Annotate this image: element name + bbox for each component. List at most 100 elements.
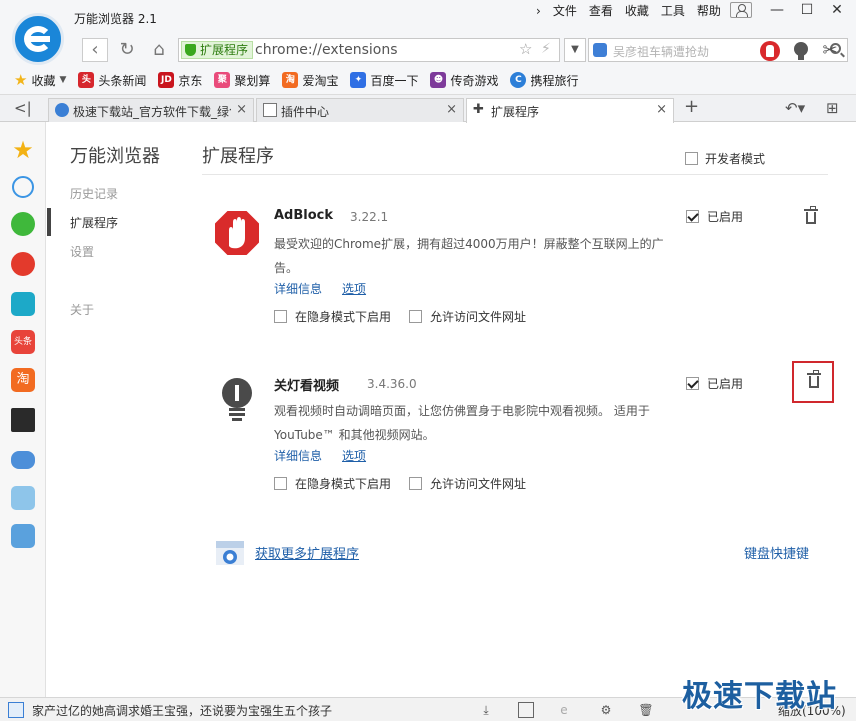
- bookmark-baidu[interactable]: ✦ 百度一下: [350, 72, 418, 89]
- incognito-option[interactable]: 在隐身模式下启用: [274, 308, 391, 325]
- bookmark-jd[interactable]: JD 京东: [158, 72, 202, 89]
- status-news-text[interactable]: 家产过亿的她高调求婚王宝强，还说要为宝强生五个孩子: [32, 702, 332, 719]
- file-access-option[interactable]: 允许访问文件网址: [409, 475, 526, 492]
- extension-name: AdBlock: [274, 208, 334, 223]
- chevron-down-icon: ▼: [59, 75, 67, 85]
- back-button[interactable]: ‹: [82, 38, 108, 62]
- bookmarks-bar: ★ 收藏 ▼ 头头条新闻 JD 京东 聚聚划算 淘爱淘宝 ✦ 百度一下 ☻ 传奇游戏 …: [14, 69, 579, 91]
- extension-item-lights-off: 关灯看视频 3.4.36.0 观看视频时自动调暗页面，让您仿佛置身于电影院中观看…: [202, 361, 834, 517]
- browser-logo: [12, 13, 64, 65]
- header-divider: [202, 174, 828, 175]
- notepad-icon[interactable]: [11, 486, 35, 510]
- menu-view[interactable]: 查看: [583, 2, 619, 20]
- enabled-toggle[interactable]: 已启用: [686, 375, 743, 392]
- file-access-checkbox[interactable]: [409, 477, 423, 490]
- url-text[interactable]: chrome://extensions: [255, 42, 398, 58]
- window-title: 万能浏览器 2.1: [74, 12, 157, 26]
- menu-help[interactable]: 帮助: [691, 2, 727, 20]
- site-favicon-icon: [55, 103, 69, 117]
- taobao-app-icon[interactable]: 淘: [11, 368, 35, 392]
- bookmark-toutiao[interactable]: 头头条新闻: [78, 72, 146, 89]
- maximize-button[interactable]: ☐: [792, 0, 822, 20]
- incognito-checkbox[interactable]: [274, 310, 287, 323]
- options-link[interactable]: 选项: [342, 447, 366, 464]
- close-window-button[interactable]: ✕: [822, 0, 852, 20]
- address-bar[interactable]: 扩展程序 chrome://extensions ☆ ⚡: [178, 38, 560, 62]
- webstore-icon: [216, 541, 244, 565]
- download-icon[interactable]: ⤓: [478, 702, 494, 718]
- favorites-menu[interactable]: ★ 收藏 ▼: [14, 71, 66, 89]
- wechat-icon[interactable]: [11, 212, 35, 236]
- history-clock-icon[interactable]: [12, 176, 34, 198]
- tab-extensions[interactable]: ✚ 扩展程序 ×: [466, 98, 674, 123]
- menu-prev-chevron-icon[interactable]: ›: [530, 2, 547, 20]
- nav-about[interactable]: 关于: [70, 301, 118, 330]
- home-button[interactable]: ⌂: [146, 36, 172, 64]
- video-film-icon[interactable]: [11, 408, 35, 432]
- bookmark-star-icon[interactable]: ☆: [519, 40, 532, 58]
- nav-extensions[interactable]: 扩展程序: [70, 214, 118, 243]
- news-feed-icon[interactable]: [8, 702, 24, 718]
- incognito-checkbox[interactable]: [274, 477, 287, 490]
- bookmark-game[interactable]: ☻ 传奇游戏: [430, 72, 498, 89]
- options-link[interactable]: 选项: [342, 280, 366, 297]
- game-icon: ☻: [430, 72, 447, 88]
- nav-history[interactable]: 历史记录: [70, 185, 118, 214]
- keyboard-shortcuts-link[interactable]: 键盘快捷键: [744, 543, 809, 562]
- incognito-option[interactable]: 在隐身模式下启用: [274, 475, 391, 492]
- bookmark-aitaobao[interactable]: 淘爱淘宝: [282, 72, 338, 89]
- juhuasuan-icon: 聚: [214, 72, 231, 88]
- close-tab-icon[interactable]: ×: [656, 102, 667, 117]
- extension-links: 详细信息 选项: [274, 447, 366, 464]
- settings-sidebar-title: 万能浏览器: [70, 146, 160, 167]
- image-icon[interactable]: [518, 702, 534, 718]
- menu-tools[interactable]: 工具: [655, 2, 691, 20]
- trash-icon[interactable]: 🗑: [638, 702, 654, 718]
- gear-icon[interactable]: ⚙: [598, 702, 614, 718]
- tab-plugin-center[interactable]: 插件中心 ×: [256, 98, 464, 122]
- bookmark-ctrip[interactable]: C 携程旅行: [510, 72, 579, 89]
- sidebar-toggle-icon[interactable]: <|: [14, 99, 32, 117]
- favorites-star-icon[interactable]: ★: [11, 138, 35, 162]
- enabled-checkbox[interactable]: [686, 210, 699, 223]
- bookmark-juhuasuan[interactable]: 聚聚划算: [214, 72, 270, 89]
- menu-favorites[interactable]: 收藏: [619, 2, 655, 20]
- extension-description: 观看视频时自动调暗页面，让您仿佛置身于电影院中观看视频。 适用于 YouTube…: [274, 404, 650, 442]
- toutiao-app-icon[interactable]: 头条: [11, 330, 35, 354]
- remove-extension-button[interactable]: [796, 206, 826, 234]
- nav-settings[interactable]: 设置: [70, 243, 118, 272]
- screenshot-scissors-icon[interactable]: ✂: [820, 41, 840, 61]
- search-input[interactable]: 吴彦祖车辆遭抢劫: [613, 43, 709, 60]
- menu-file[interactable]: 文件: [547, 2, 583, 20]
- undo-close-tab-icon[interactable]: ↶▾: [785, 99, 805, 117]
- remove-extension-button[interactable]: [792, 361, 834, 403]
- refresh-button[interactable]: ↻: [114, 36, 140, 64]
- tab-grid-icon[interactable]: ⊞: [826, 99, 839, 117]
- enabled-checkbox[interactable]: [686, 377, 699, 390]
- file-access-checkbox[interactable]: [409, 310, 423, 323]
- file-access-option[interactable]: 允许访问文件网址: [409, 308, 526, 325]
- enabled-toggle[interactable]: 已启用: [686, 208, 743, 225]
- calculator-icon[interactable]: [11, 524, 35, 548]
- baidu-search-engine-icon[interactable]: [593, 43, 607, 57]
- tab-download-site[interactable]: 极速下载站_官方软件下载_绿色 ×: [48, 98, 254, 122]
- menu-bar: › 文件 查看 收藏 工具 帮助: [530, 2, 727, 20]
- gamepad-icon[interactable]: [11, 451, 35, 469]
- developer-mode-toggle[interactable]: 开发者模式: [685, 150, 765, 167]
- new-tab-button[interactable]: +: [684, 96, 699, 117]
- speed-mode-icon[interactable]: ⚡: [541, 41, 551, 57]
- developer-mode-checkbox[interactable]: [685, 152, 698, 165]
- user-account-icon[interactable]: [730, 2, 752, 18]
- adblock-toolbar-icon[interactable]: [760, 41, 780, 61]
- details-link[interactable]: 详细信息: [274, 447, 322, 464]
- search-app-icon[interactable]: [11, 292, 35, 316]
- weibo-icon[interactable]: [11, 252, 35, 276]
- address-dropdown-button[interactable]: ▼: [564, 38, 586, 62]
- ie-mode-icon[interactable]: e: [556, 702, 572, 718]
- close-tab-icon[interactable]: ×: [446, 102, 457, 117]
- close-tab-icon[interactable]: ×: [236, 102, 247, 117]
- minimize-button[interactable]: —: [762, 0, 792, 20]
- details-link[interactable]: 详细信息: [274, 280, 322, 297]
- get-more-extensions-link[interactable]: 获取更多扩展程序: [255, 543, 359, 562]
- lights-off-toolbar-icon[interactable]: [791, 41, 811, 61]
